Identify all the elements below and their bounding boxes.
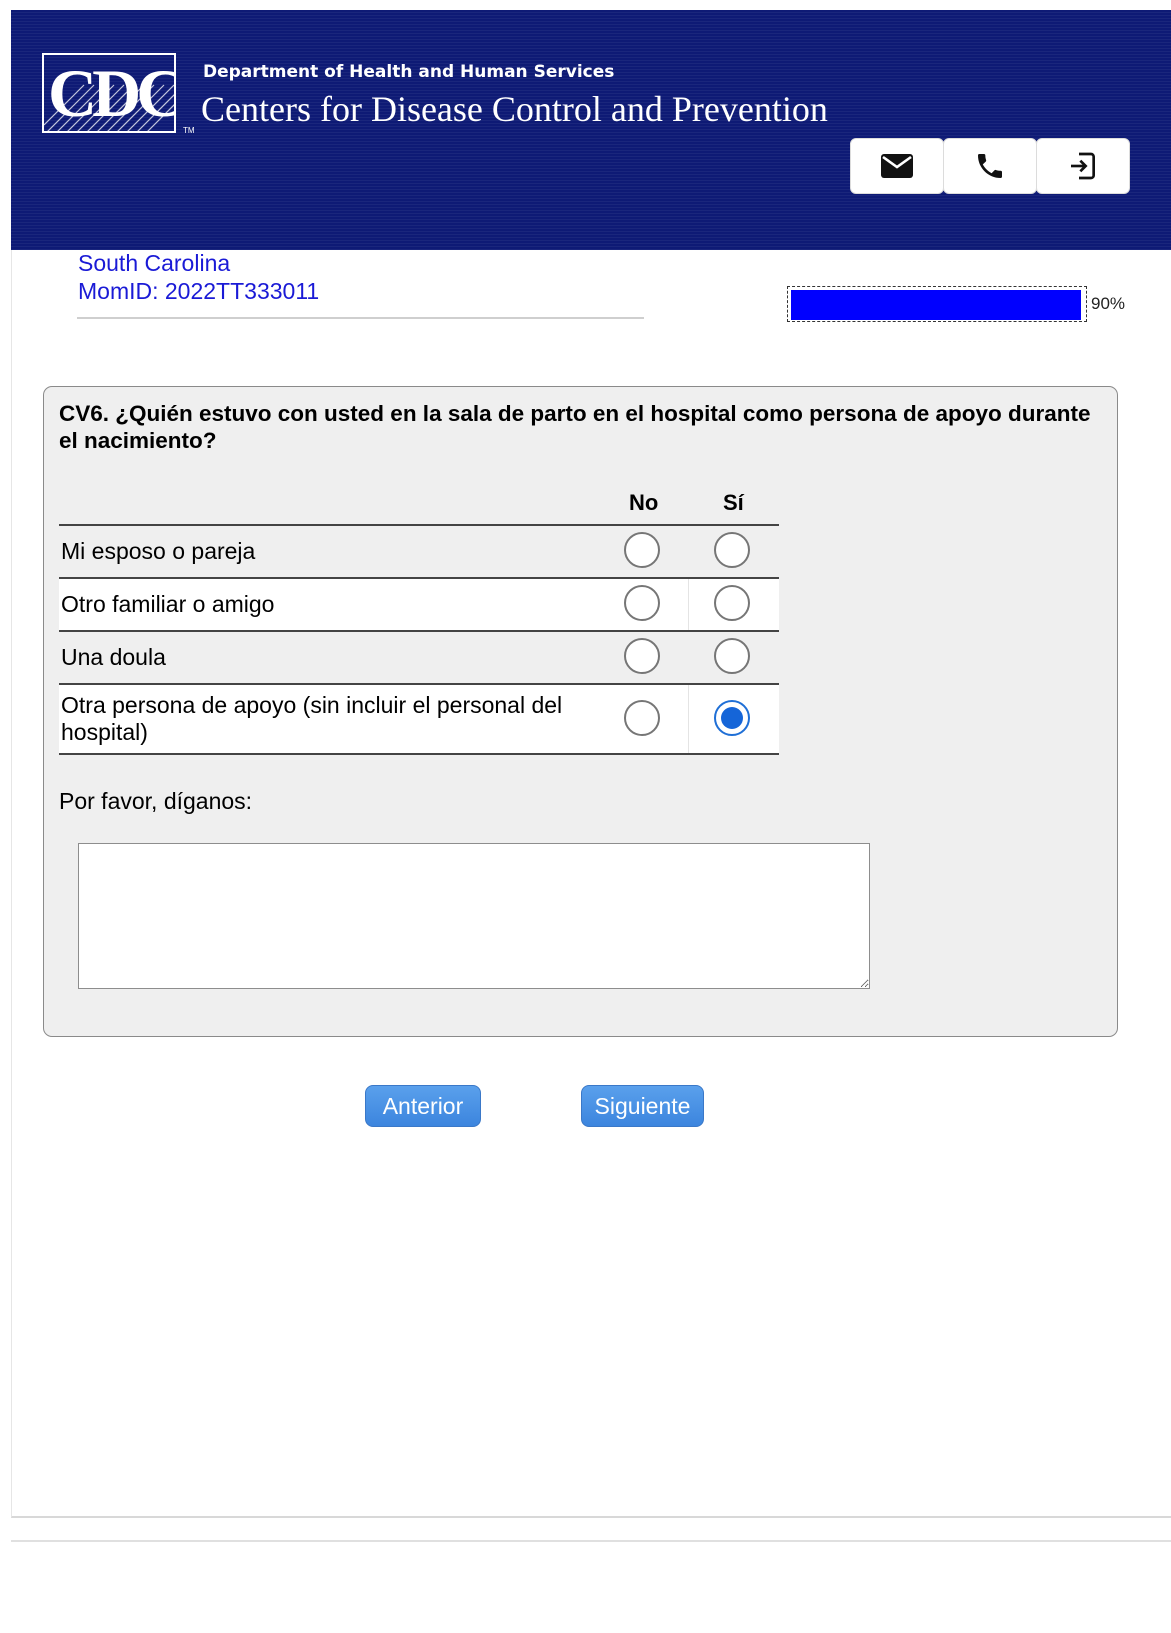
table-row-line [59,753,779,755]
next-button[interactable]: Siguiente [581,1085,704,1127]
mail-icon [881,154,913,178]
column-separator [688,685,689,754]
progress-fill [791,290,1081,320]
row-label-family-friend: Otro familiar o amigo [61,591,275,617]
followup-textarea[interactable] [78,843,870,989]
trademark-mark: TM [183,126,195,135]
row-label-other-support: Otra persona de apoyo (sin incluir el pe… [61,692,563,745]
divider [77,317,644,319]
exit-icon [1071,152,1095,180]
agency-name: Centers for Disease Control and Preventi… [201,89,828,129]
department-name: Department of Health and Human Services [203,62,615,82]
table-row-line [59,683,779,685]
footer-divider [11,1540,1171,1542]
email-button[interactable] [850,138,944,194]
radio-family-friend-no[interactable] [624,585,660,621]
progress-bar [787,286,1087,322]
table-header-line [59,524,779,526]
cdc-logo: CDC [42,53,176,133]
logo-text: CDC [48,55,176,131]
phone-button[interactable] [943,138,1037,194]
progress-label: 90% [1091,294,1126,313]
mom-id: MomID: 2022TT333011 [78,278,320,304]
row-label-doula: Una doula [61,644,166,670]
radio-spouse-no[interactable] [624,532,660,568]
radio-doula-si[interactable] [714,638,750,674]
radio-family-friend-si[interactable] [714,585,750,621]
followup-label: Por favor, díganos: [59,788,253,814]
radio-spouse-si[interactable] [714,532,750,568]
table-row-line [59,577,779,579]
column-header-si: Sí [723,490,744,515]
logout-button[interactable] [1036,138,1130,194]
site-header: CDC TM Department of Health and Human Se… [11,10,1171,250]
table-row-line [59,630,779,632]
radio-other-support-si[interactable] [714,700,750,736]
question-title: CV6. ¿Quién estuvo con usted en la sala … [59,401,1091,453]
radio-other-support-no[interactable] [624,700,660,736]
row-label-spouse: Mi esposo o pareja [61,538,256,564]
column-separator [688,579,689,630]
previous-button[interactable]: Anterior [365,1085,481,1127]
phone-icon [978,154,1002,178]
state-name: South Carolina [78,250,231,276]
column-header-no: No [629,490,659,515]
radio-doula-no[interactable] [624,638,660,674]
